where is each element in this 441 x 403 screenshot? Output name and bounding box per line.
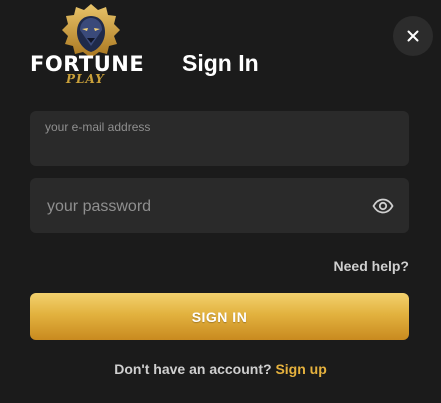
password-visibility-toggle[interactable] bbox=[371, 194, 395, 218]
email-label: your e-mail address bbox=[45, 120, 151, 134]
close-icon bbox=[407, 30, 419, 42]
close-button[interactable] bbox=[393, 16, 433, 56]
sign-in-dialog: FORTUNE PLAY Sign In your e-mail address… bbox=[0, 0, 441, 403]
email-input[interactable] bbox=[45, 137, 394, 161]
eye-icon bbox=[372, 198, 394, 214]
brand-sub: PLAY bbox=[66, 72, 105, 86]
dialog-title: Sign In bbox=[182, 50, 259, 76]
sign-in-button[interactable]: SIGN IN bbox=[30, 293, 409, 340]
password-input[interactable] bbox=[45, 194, 359, 220]
signup-prompt: Don't have an account? bbox=[114, 361, 272, 377]
password-field[interactable] bbox=[30, 178, 409, 233]
need-help-link[interactable]: Need help? bbox=[334, 258, 409, 274]
sign-up-link[interactable]: Sign up bbox=[275, 361, 326, 377]
email-field[interactable]: your e-mail address bbox=[30, 111, 409, 166]
signup-row: Don't have an account? Sign up bbox=[0, 361, 441, 377]
fortune-play-logo: FORTUNE PLAY bbox=[30, 2, 154, 86]
